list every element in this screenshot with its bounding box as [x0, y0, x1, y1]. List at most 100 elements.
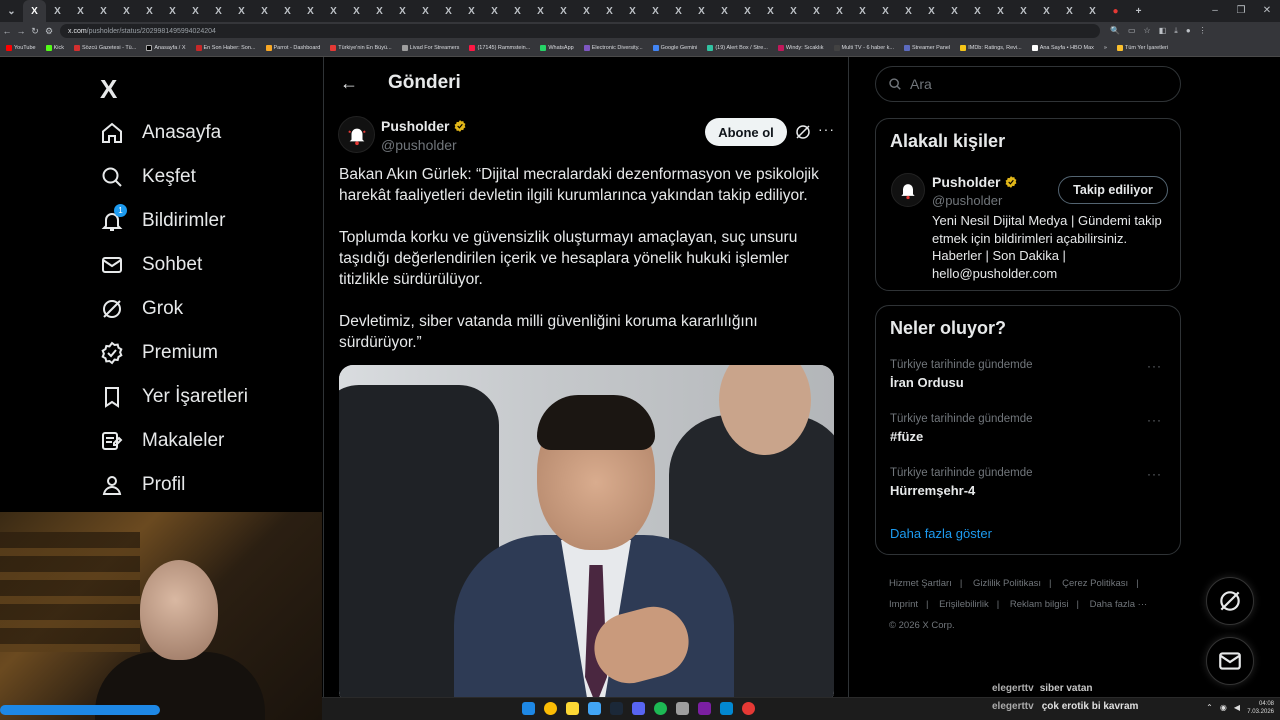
messages-fab[interactable] — [1206, 637, 1254, 685]
forward-nav-icon[interactable]: → — [14, 26, 28, 36]
browser-tab[interactable]: X — [667, 0, 690, 22]
trend-item[interactable]: Türkiye tarihinde gündemde Hürremşehr-4 … — [890, 467, 1170, 498]
browser-tab[interactable]: X — [644, 0, 667, 22]
url-input[interactable]: x.com/pusholder/status/20299814959940242… — [60, 24, 1100, 38]
folder-icon[interactable] — [566, 702, 579, 715]
bookmark-item[interactable]: Livad For Streamers — [401, 45, 459, 51]
close-icon[interactable]: ✕ — [1254, 0, 1280, 22]
browser-tab[interactable]: X — [621, 0, 644, 22]
bookmark-item[interactable]: WhatsApp — [540, 45, 574, 51]
sidebar-item-grok[interactable]: Grok — [100, 297, 183, 321]
trend-item[interactable]: Türkiye tarihinde gündemde İran Ordusu ·… — [890, 359, 1170, 390]
tray-chevron-icon[interactable]: ⌃ — [1206, 703, 1213, 712]
trend-more-icon[interactable]: ··· — [1147, 413, 1162, 427]
related-avatar[interactable] — [891, 173, 925, 207]
bookmark-item[interactable]: Google Gemini — [652, 45, 697, 51]
author-name[interactable]: Pusholder — [381, 118, 467, 134]
bookmark-item[interactable]: Windy: Sıcaklık — [777, 45, 824, 51]
bookmark-item[interactable]: Parrot - Dashboard — [265, 45, 320, 51]
browser-tab[interactable]: X — [828, 0, 851, 22]
browser-tab[interactable]: X — [207, 0, 230, 22]
browser-tab[interactable]: X — [1058, 0, 1081, 22]
browser-tab[interactable]: X — [368, 0, 391, 22]
browser-tab[interactable]: X — [138, 0, 161, 22]
browser-tab[interactable]: X — [1035, 0, 1058, 22]
browser-tab[interactable]: X — [1081, 0, 1104, 22]
sidebar-item-profile[interactable]: Profil — [100, 473, 185, 497]
sidebar-item-home[interactable]: Anasayfa — [100, 121, 221, 145]
grok-fab[interactable] — [1206, 577, 1254, 625]
bookmark-item[interactable]: Multi TV - 6 haber k... — [833, 45, 894, 51]
post-photo[interactable] — [339, 365, 834, 705]
bookmark-item[interactable]: Sözcü Gazetesi - Tü... — [74, 45, 136, 51]
footer-link-ads[interactable]: Reklam bilgisi — [1010, 599, 1069, 610]
bookmark-item[interactable]: Streamer Panel — [903, 45, 950, 51]
footer-link-terms[interactable]: Hizmet Şartları — [889, 578, 952, 589]
footer-link-more[interactable]: Daha fazla ··· — [1090, 599, 1148, 610]
browser-tab[interactable]: X — [713, 0, 736, 22]
browser-tab[interactable]: X — [989, 0, 1012, 22]
extensions-icon[interactable]: ◧ — [1159, 26, 1167, 36]
bookmark-item[interactable]: IMDb: Ratings, Revi... — [960, 45, 1022, 51]
footer-link-accessibility[interactable]: Erişilebilirlik — [939, 599, 989, 610]
browser-tab[interactable]: X — [920, 0, 943, 22]
search-input[interactable]: Ara — [875, 66, 1181, 102]
sidebar-item-messages[interactable]: Sohbet — [100, 253, 202, 277]
network-icon[interactable]: ◉ — [1220, 703, 1227, 712]
app-icon[interactable] — [720, 702, 733, 715]
discord-icon[interactable] — [632, 702, 645, 715]
all-bookmarks[interactable]: Tüm Yer İşaretleri — [1116, 45, 1168, 51]
footer-link-imprint[interactable]: Imprint — [889, 599, 918, 610]
browser-tab[interactable]: X — [230, 0, 253, 22]
browser-tab[interactable]: X — [437, 0, 460, 22]
menu-icon[interactable]: ⋮ — [1199, 26, 1207, 36]
browser-tab[interactable]: X — [483, 0, 506, 22]
browser-tab[interactable]: X — [897, 0, 920, 22]
browser-tab[interactable]: X — [552, 0, 575, 22]
app-icon[interactable] — [742, 702, 755, 715]
show-more-link[interactable]: Daha fazla göster — [890, 526, 992, 541]
bookmark-item[interactable]: (17145) Rammstein... — [469, 45, 530, 51]
bookmark-item[interactable]: Türkiye'nin En Büyü... — [330, 45, 392, 51]
x-logo[interactable]: X — [100, 74, 117, 105]
browser-tab[interactable]: X — [1012, 0, 1035, 22]
star-icon[interactable]: ☆ — [1144, 26, 1151, 36]
browser-tab[interactable]: X — [46, 0, 69, 22]
browser-tab[interactable]: X — [115, 0, 138, 22]
subscribe-button[interactable]: Abone ol — [705, 118, 787, 146]
following-button[interactable]: Takip ediliyor — [1058, 176, 1168, 204]
browser-tab[interactable]: X — [575, 0, 598, 22]
browser-tab[interactable]: X — [966, 0, 989, 22]
app-icon[interactable] — [588, 702, 601, 715]
browser-tab[interactable]: X — [299, 0, 322, 22]
trend-more-icon[interactable]: ··· — [1147, 359, 1162, 373]
sidebar-item-premium[interactable]: Premium — [100, 341, 218, 365]
spotify-icon[interactable] — [654, 702, 667, 715]
youtube-tab-icon[interactable]: ● — [1104, 0, 1127, 22]
download-icon[interactable]: ⤓ — [1174, 26, 1178, 36]
browser-tab[interactable]: X — [690, 0, 713, 22]
bookmark-item[interactable]: Ana Sayfa • HBO Max — [1031, 45, 1094, 51]
sidebar-item-notifications[interactable]: 1 Bildirimler — [100, 204, 225, 233]
site-info-icon[interactable]: ⚙ — [42, 26, 56, 37]
browser-tab[interactable]: X — [69, 0, 92, 22]
browser-tab[interactable]: X — [943, 0, 966, 22]
browser-tab-active[interactable]: X — [23, 0, 46, 22]
browser-tab[interactable]: X — [805, 0, 828, 22]
browser-tab[interactable]: X — [782, 0, 805, 22]
browser-tab[interactable]: X — [92, 0, 115, 22]
bookmark-item[interactable]: Electronic Diversity... — [583, 45, 643, 51]
new-tab-icon[interactable]: + — [1127, 0, 1150, 22]
trend-item[interactable]: Türkiye tarihinde gündemde #füze ··· — [890, 413, 1170, 444]
browser-tab[interactable]: X — [598, 0, 621, 22]
browser-tab[interactable]: X — [184, 0, 207, 22]
windows-start-icon[interactable] — [522, 702, 535, 715]
back-arrow-icon[interactable]: ← — [340, 73, 358, 94]
footer-link-cookies[interactable]: Çerez Politikası — [1062, 578, 1128, 589]
bookmark-item[interactable]: En Son Haber: Son... — [195, 45, 256, 51]
sidebar-item-articles[interactable]: Makaleler — [100, 429, 224, 453]
restore-icon[interactable]: ❐ — [1228, 0, 1254, 22]
chrome-icon[interactable] — [544, 702, 557, 715]
browser-tab[interactable]: X — [414, 0, 437, 22]
related-name[interactable]: Pusholder — [932, 174, 1018, 190]
